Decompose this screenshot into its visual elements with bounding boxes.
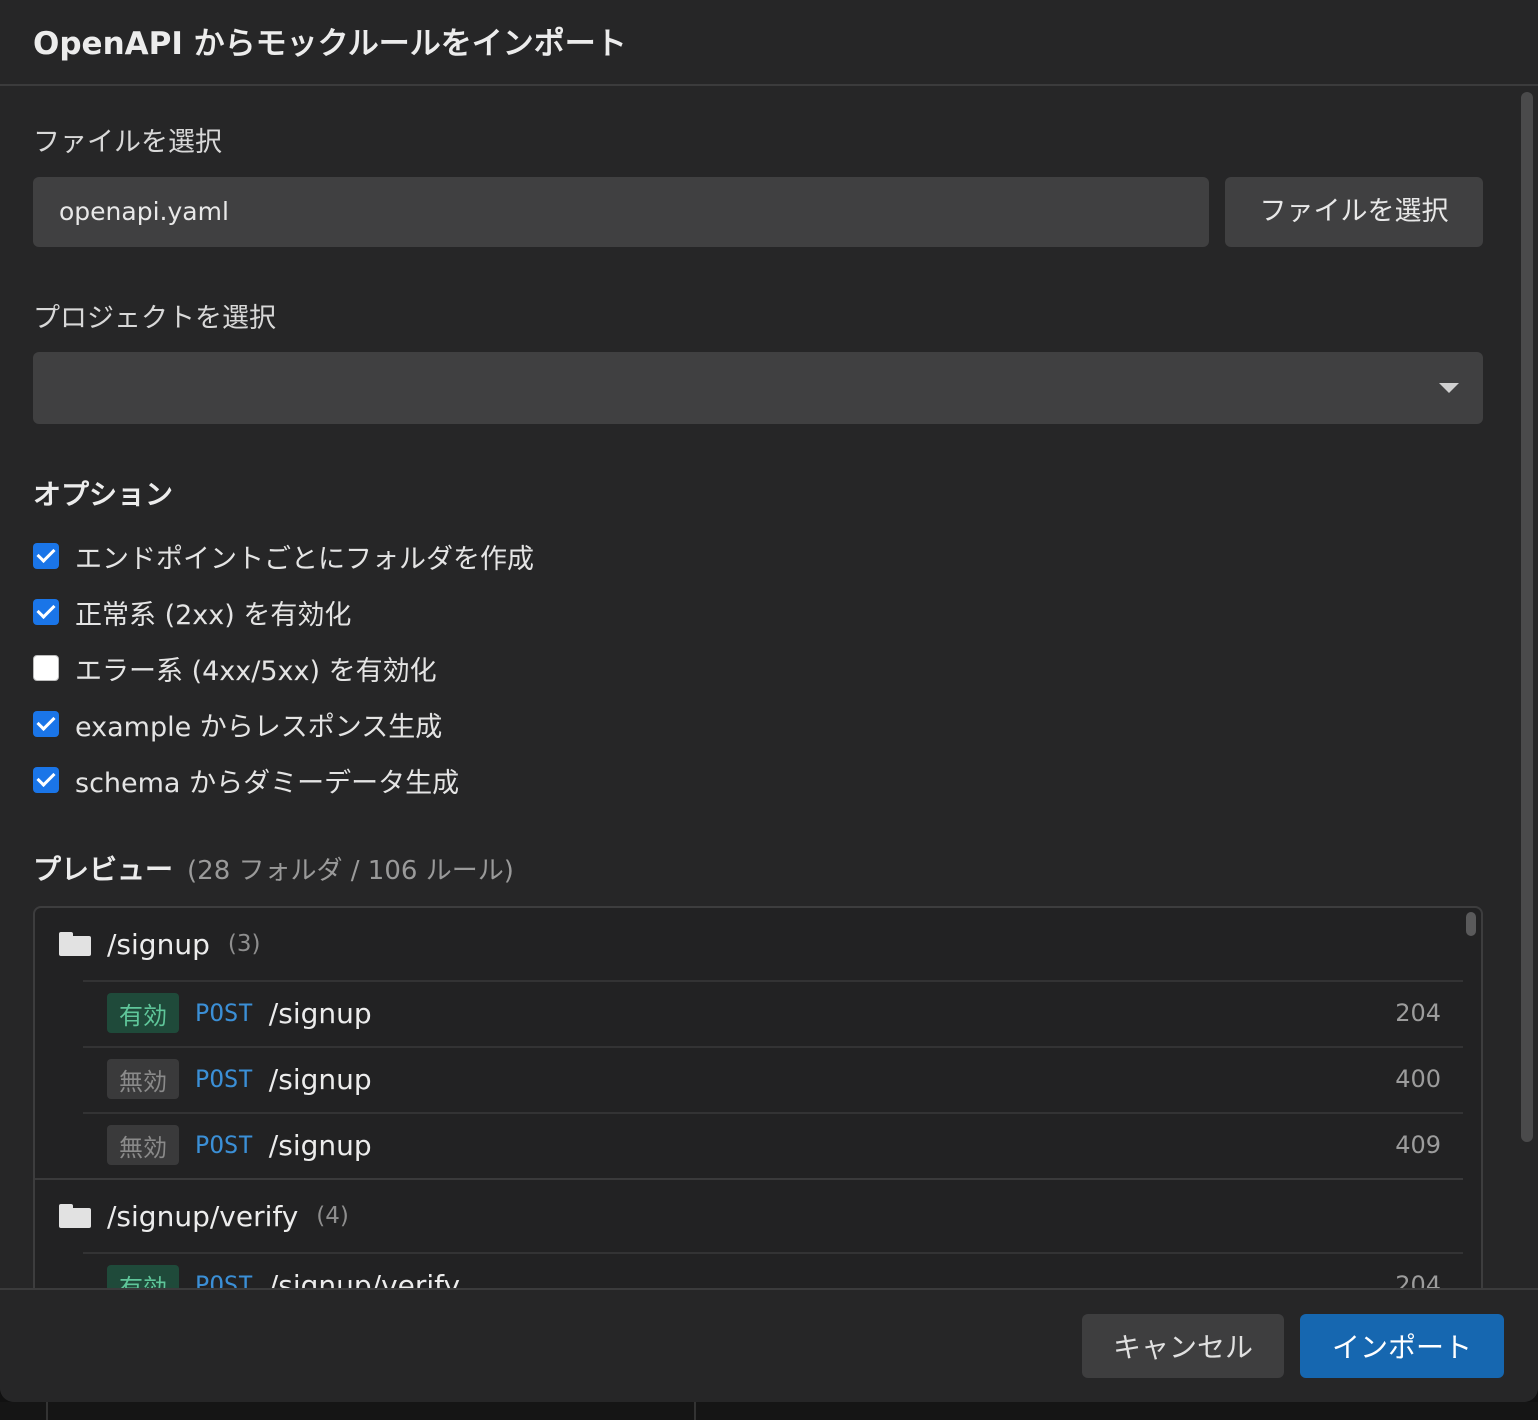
background-divider (46, 1402, 48, 1420)
rule-method: POST (195, 1131, 253, 1159)
checkbox-response-from-example[interactable] (33, 711, 59, 737)
option-response-from-example[interactable]: example からレスポンス生成 (33, 706, 443, 743)
folder-name: /signup/verify (107, 1199, 299, 1233)
dialog-header: OpenAPI からモックルールをインポート (0, 0, 1538, 86)
option-enable-2xx[interactable]: 正常系 (2xx) を有効化 (33, 594, 352, 631)
rule-method: POST (195, 1065, 253, 1093)
file-path-input[interactable]: openapi.yaml (33, 177, 1209, 247)
rule-status-code: 400 (1395, 1065, 1441, 1093)
status-badge[interactable]: 有効 (107, 1265, 179, 1288)
folder-row[interactable]: /signup (3) (35, 908, 1463, 980)
option-dummy-from-schema[interactable]: schema からダミーデータ生成 (33, 762, 460, 799)
status-badge[interactable]: 無効 (107, 1059, 179, 1099)
dialog-footer: キャンセル インポート (0, 1288, 1538, 1402)
preview-tree[interactable]: /signup (3) 有効 POST /signup 204 無効 POST … (33, 906, 1483, 1288)
checkbox-dummy-from-schema[interactable] (33, 767, 59, 793)
background-divider (694, 1402, 696, 1420)
rule-row[interactable]: 有効 POST /signup 204 (83, 980, 1463, 1044)
rule-path: /signup/verify (268, 1268, 461, 1289)
rule-row[interactable]: 無効 POST /signup 400 (83, 1046, 1463, 1110)
file-label: ファイルを選択 (33, 127, 222, 158)
file-path-value: openapi.yaml (59, 197, 229, 226)
project-select[interactable] (33, 352, 1483, 424)
folder-icon (59, 932, 91, 956)
rule-path: /signup (268, 1062, 372, 1096)
preview-header: プレビュー (28 フォルダ / 106 ルール) (33, 848, 514, 888)
dialog-body[interactable]: ファイルを選択 openapi.yaml ファイルを選択 プロジェクトを選択 オ… (0, 88, 1538, 1288)
checkbox-folder-per-endpoint[interactable] (33, 543, 59, 569)
rule-method: POST (195, 1271, 253, 1288)
checkbox-enable-errors[interactable] (33, 655, 59, 681)
option-folder-per-endpoint[interactable]: エンドポイントごとにフォルダを作成 (33, 538, 534, 575)
dialog-scrollbar[interactable] (1521, 92, 1533, 1142)
status-badge[interactable]: 無効 (107, 1125, 179, 1165)
preview-scrollbar[interactable] (1466, 912, 1476, 936)
background-window (0, 1402, 1538, 1420)
rule-path: /signup (268, 1128, 372, 1162)
dialog-title: OpenAPI からモックルールをインポート (33, 26, 627, 62)
rule-status-code: 409 (1395, 1131, 1441, 1159)
rule-status-code: 204 (1395, 999, 1441, 1027)
option-label: エラー系 (4xx/5xx) を有効化 (75, 655, 437, 687)
options-title: オプション (33, 478, 174, 511)
status-badge[interactable]: 有効 (107, 993, 179, 1033)
checkbox-enable-2xx[interactable] (33, 599, 59, 625)
folder-name: /signup (107, 927, 210, 961)
option-label: schema からダミーデータ生成 (75, 767, 460, 799)
rule-path: /signup (268, 996, 372, 1030)
rule-row[interactable]: 有効 POST /signup/verify 204 (83, 1252, 1463, 1288)
option-enable-errors[interactable]: エラー系 (4xx/5xx) を有効化 (33, 650, 437, 687)
folder-row[interactable]: /signup/verify (4) (35, 1180, 1463, 1252)
project-label: プロジェクトを選択 (33, 303, 276, 334)
folder-icon (59, 1204, 91, 1228)
rule-status-code: 204 (1395, 1271, 1441, 1288)
preview-count: (28 フォルダ / 106 ルール) (187, 856, 514, 886)
rule-method: POST (195, 999, 253, 1027)
import-button[interactable]: インポート (1300, 1314, 1504, 1378)
option-label: example からレスポンス生成 (75, 711, 443, 743)
dialog-scrollbar-thumb[interactable] (1521, 92, 1533, 1142)
option-label: エンドポイントごとにフォルダを作成 (75, 543, 534, 575)
folder-count: (4) (316, 1203, 349, 1229)
option-label: 正常系 (2xx) を有効化 (75, 599, 352, 631)
choose-file-button[interactable]: ファイルを選択 (1225, 177, 1483, 247)
cancel-button[interactable]: キャンセル (1082, 1314, 1284, 1378)
import-dialog: OpenAPI からモックルールをインポート ファイルを選択 openapi.y… (0, 0, 1538, 1402)
chevron-down-icon (1439, 383, 1459, 393)
rule-row[interactable]: 無効 POST /signup 409 (83, 1112, 1463, 1176)
preview-title: プレビュー (33, 853, 174, 886)
folder-count: (3) (227, 931, 261, 957)
